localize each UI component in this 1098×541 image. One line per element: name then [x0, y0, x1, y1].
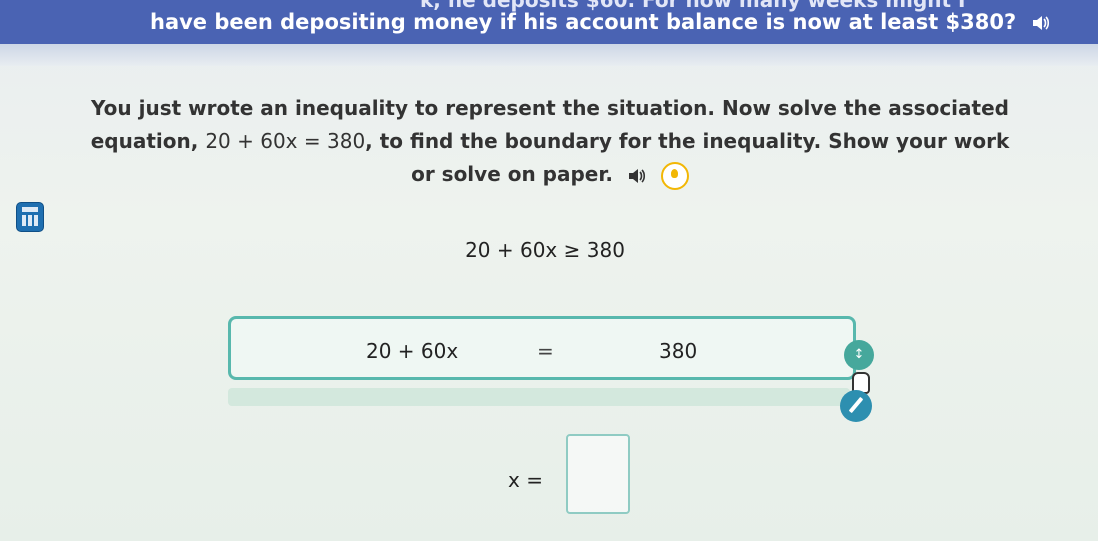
question-text: have been depositing money if his accoun… — [150, 10, 1017, 34]
equation-left-side: 20 + 60x — [366, 339, 459, 363]
equation-right-side: 380 — [659, 339, 698, 363]
answer-label: x = — [508, 468, 543, 492]
answer-input[interactable] — [566, 434, 630, 514]
equals-sign: = — [537, 339, 554, 363]
banner-shadow — [0, 44, 1098, 66]
instruction-text: You just wrote an inequality to represen… — [80, 92, 1020, 191]
calculator-icon[interactable] — [16, 202, 44, 232]
equation-row[interactable]: 20 + 60x = 380 — [228, 316, 856, 380]
question-text-line2: have been depositing money if his accoun… — [150, 10, 1050, 34]
speaker-icon[interactable] — [628, 168, 646, 184]
move-handle-icon[interactable]: ↕ — [844, 340, 874, 370]
work-area-divider — [228, 388, 850, 406]
inequality-display: 20 + 60x ≥ 380 — [465, 238, 625, 262]
instruction-equation: 20 + 60x = 380 — [205, 129, 366, 153]
speaker-icon[interactable] — [1032, 15, 1050, 31]
hint-lightbulb-icon[interactable] — [660, 161, 689, 190]
pencil-icon[interactable] — [840, 390, 872, 422]
question-banner: k, he deposits $60. For how many weeks m… — [0, 0, 1098, 44]
